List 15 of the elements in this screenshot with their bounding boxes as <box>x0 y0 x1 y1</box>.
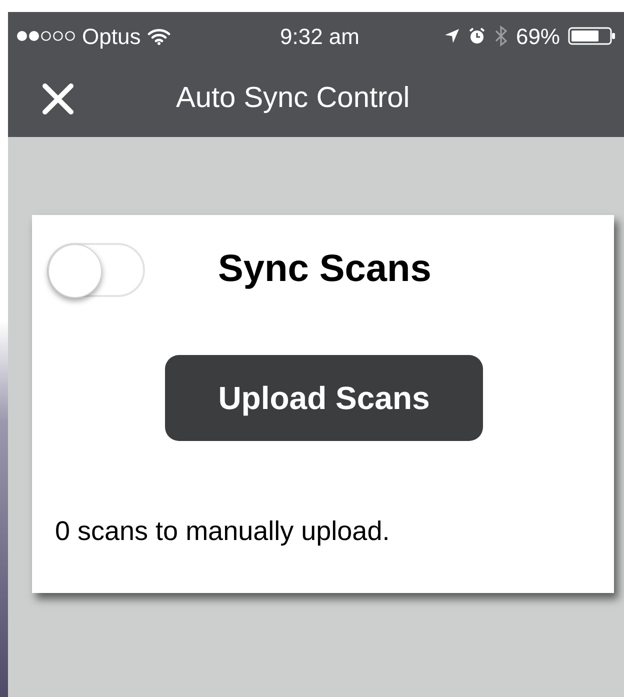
battery-percent: 69% <box>516 22 560 50</box>
signal-icon <box>16 30 76 42</box>
wifi-icon <box>146 27 171 45</box>
close-icon <box>41 82 75 114</box>
bluetooth-icon <box>494 25 508 47</box>
card-title: Sync Scans <box>218 247 432 292</box>
clock-time: 9:32 am <box>280 22 360 50</box>
upload-scans-button[interactable]: Upload Scans <box>165 355 483 441</box>
battery-icon <box>568 26 616 46</box>
alarm-clock-icon <box>468 27 486 45</box>
location-arrow-icon <box>444 28 460 44</box>
sync-toggle[interactable] <box>47 242 145 296</box>
nav-title: Auto Sync Control <box>176 80 410 116</box>
upload-status-message: 0 scans to manually upload. <box>55 515 391 548</box>
carrier-name: Optus <box>82 22 141 51</box>
